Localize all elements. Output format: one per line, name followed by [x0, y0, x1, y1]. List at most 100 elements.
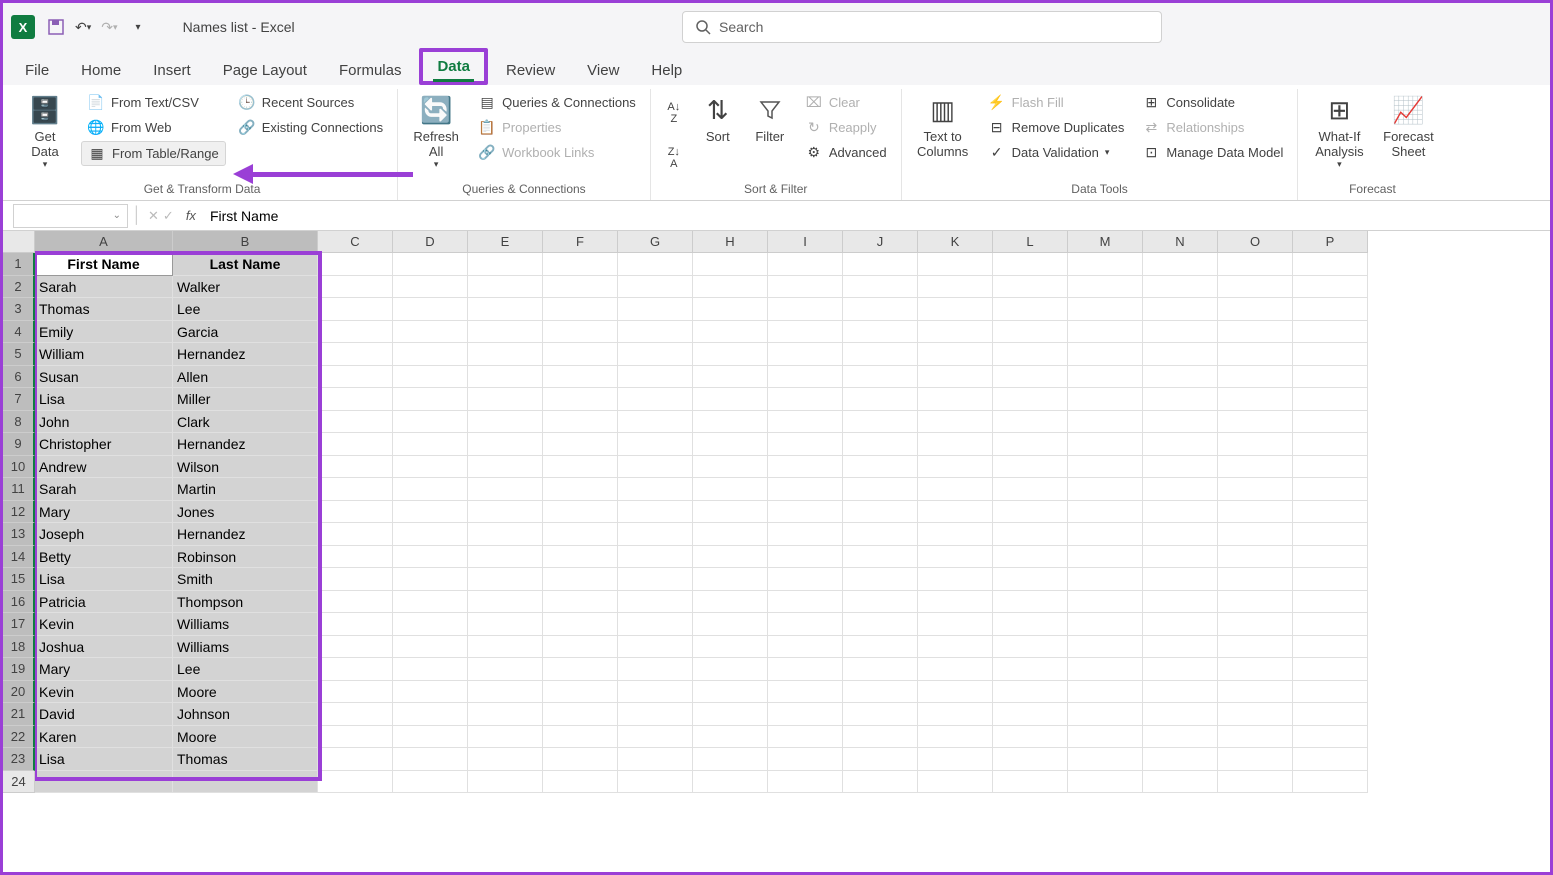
data-cell[interactable]: Betty: [35, 546, 173, 569]
consolidate-button[interactable]: ⊞Consolidate: [1136, 91, 1289, 114]
row-header-7[interactable]: 7: [3, 388, 35, 411]
row-header-14[interactable]: 14: [3, 546, 35, 569]
row-header-22[interactable]: 22: [3, 726, 35, 749]
data-cell[interactable]: Hernandez: [173, 343, 318, 366]
data-cell[interactable]: Joshua: [35, 636, 173, 659]
column-header-I[interactable]: I: [768, 231, 843, 253]
tab-data[interactable]: Data: [419, 48, 488, 85]
column-header-A[interactable]: A: [35, 231, 173, 253]
data-cell[interactable]: Martin: [173, 478, 318, 501]
data-cell[interactable]: Emily: [35, 321, 173, 344]
column-header-G[interactable]: G: [618, 231, 693, 253]
row-header-18[interactable]: 18: [3, 636, 35, 659]
refresh-all-button[interactable]: 🔄 Refresh All▾: [406, 91, 466, 180]
data-cell[interactable]: Allen: [173, 366, 318, 389]
clear-filter-button[interactable]: ⌧Clear: [799, 91, 893, 114]
data-cell[interactable]: Lee: [173, 658, 318, 681]
sort-desc-button[interactable]: Z↓A: [659, 143, 689, 173]
excel-app-icon[interactable]: X: [11, 15, 35, 39]
row-header-21[interactable]: 21: [3, 703, 35, 726]
insert-function-icon[interactable]: fx: [180, 208, 202, 223]
row-header-8[interactable]: 8: [3, 411, 35, 434]
data-cell[interactable]: Sarah: [35, 276, 173, 299]
data-cell[interactable]: Kevin: [35, 681, 173, 704]
qat-customize-icon[interactable]: ▾: [136, 22, 141, 33]
select-all-corner[interactable]: [3, 231, 35, 253]
name-box[interactable]: ⌄: [13, 204, 128, 228]
tab-home[interactable]: Home: [67, 56, 135, 85]
tab-formulas[interactable]: Formulas: [325, 56, 416, 85]
data-cell[interactable]: Thomas: [173, 748, 318, 771]
sort-button[interactable]: ⇅ Sort: [695, 91, 741, 180]
row-header-23[interactable]: 23: [3, 748, 35, 771]
data-cell[interactable]: Hernandez: [173, 433, 318, 456]
data-cell[interactable]: Clark: [173, 411, 318, 434]
remove-duplicates-button[interactable]: ⊟Remove Duplicates: [982, 116, 1131, 139]
data-cell[interactable]: Wilson: [173, 456, 318, 479]
data-cell[interactable]: David: [35, 703, 173, 726]
data-cell[interactable]: Moore: [173, 681, 318, 704]
recent-sources-button[interactable]: 🕒Recent Sources: [232, 91, 389, 114]
data-cell[interactable]: Hernandez: [173, 523, 318, 546]
enter-formula-icon[interactable]: ✓: [163, 208, 174, 224]
row-header-4[interactable]: 4: [3, 321, 35, 344]
row-header-16[interactable]: 16: [3, 591, 35, 614]
data-cell[interactable]: Andrew: [35, 456, 173, 479]
redo-icon[interactable]: ↷▾: [101, 19, 117, 36]
column-header-L[interactable]: L: [993, 231, 1068, 253]
manage-data-model-button[interactable]: ⊡Manage Data Model: [1136, 141, 1289, 164]
data-cell[interactable]: Mary: [35, 658, 173, 681]
advanced-filter-button[interactable]: ⚙Advanced: [799, 141, 893, 164]
row-header-10[interactable]: 10: [3, 456, 35, 479]
tab-page-layout[interactable]: Page Layout: [209, 56, 321, 85]
header-cell-first[interactable]: First Name: [35, 253, 173, 276]
flash-fill-button[interactable]: ⚡Flash Fill: [982, 91, 1131, 114]
data-cell[interactable]: Thomas: [35, 298, 173, 321]
row-header-17[interactable]: 17: [3, 613, 35, 636]
queries-connections-button[interactable]: ▤Queries & Connections: [472, 91, 642, 114]
data-cell[interactable]: Walker: [173, 276, 318, 299]
row-header-11[interactable]: 11: [3, 478, 35, 501]
column-header-J[interactable]: J: [843, 231, 918, 253]
row-header-1[interactable]: 1: [3, 253, 35, 276]
tab-help[interactable]: Help: [637, 56, 696, 85]
cell-grid[interactable]: First NameLast NameSarahWalkerThomasLeeE…: [35, 253, 1550, 793]
row-header-15[interactable]: 15: [3, 568, 35, 591]
get-data-button[interactable]: 🗄️ Get Data▾: [15, 91, 75, 180]
row-header-12[interactable]: 12: [3, 501, 35, 524]
reapply-button[interactable]: ↻Reapply: [799, 116, 893, 139]
column-header-C[interactable]: C: [318, 231, 393, 253]
formula-input[interactable]: First Name: [202, 208, 1550, 224]
from-web-button[interactable]: 🌐From Web: [81, 116, 226, 139]
filter-button[interactable]: Filter: [747, 91, 793, 180]
tab-review[interactable]: Review: [492, 56, 569, 85]
row-header-24[interactable]: 24: [3, 771, 35, 794]
data-cell[interactable]: Kevin: [35, 613, 173, 636]
data-cell[interactable]: Joseph: [35, 523, 173, 546]
tab-view[interactable]: View: [573, 56, 633, 85]
cancel-formula-icon[interactable]: ✕: [148, 208, 159, 224]
column-header-N[interactable]: N: [1143, 231, 1218, 253]
from-text-csv-button[interactable]: 📄From Text/CSV: [81, 91, 226, 114]
column-header-H[interactable]: H: [693, 231, 768, 253]
relationships-button[interactable]: ⇄Relationships: [1136, 116, 1289, 139]
search-input[interactable]: Search: [682, 11, 1162, 43]
tab-insert[interactable]: Insert: [139, 56, 205, 85]
column-header-M[interactable]: M: [1068, 231, 1143, 253]
text-to-columns-button[interactable]: ▥ Text to Columns: [910, 91, 976, 180]
save-icon[interactable]: [47, 18, 65, 36]
column-header-D[interactable]: D: [393, 231, 468, 253]
properties-button[interactable]: 📋Properties: [472, 116, 642, 139]
sort-asc-button[interactable]: A↓Z: [659, 98, 689, 128]
data-cell[interactable]: Patricia: [35, 591, 173, 614]
column-header-B[interactable]: B: [173, 231, 318, 253]
from-table-range-button[interactable]: ▦From Table/Range: [81, 141, 226, 166]
column-header-P[interactable]: P: [1293, 231, 1368, 253]
tab-file[interactable]: File: [11, 56, 63, 85]
row-header-6[interactable]: 6: [3, 366, 35, 389]
data-cell[interactable]: Lisa: [35, 568, 173, 591]
data-cell[interactable]: Johnson: [173, 703, 318, 726]
column-header-F[interactable]: F: [543, 231, 618, 253]
column-header-K[interactable]: K: [918, 231, 993, 253]
row-header-19[interactable]: 19: [3, 658, 35, 681]
